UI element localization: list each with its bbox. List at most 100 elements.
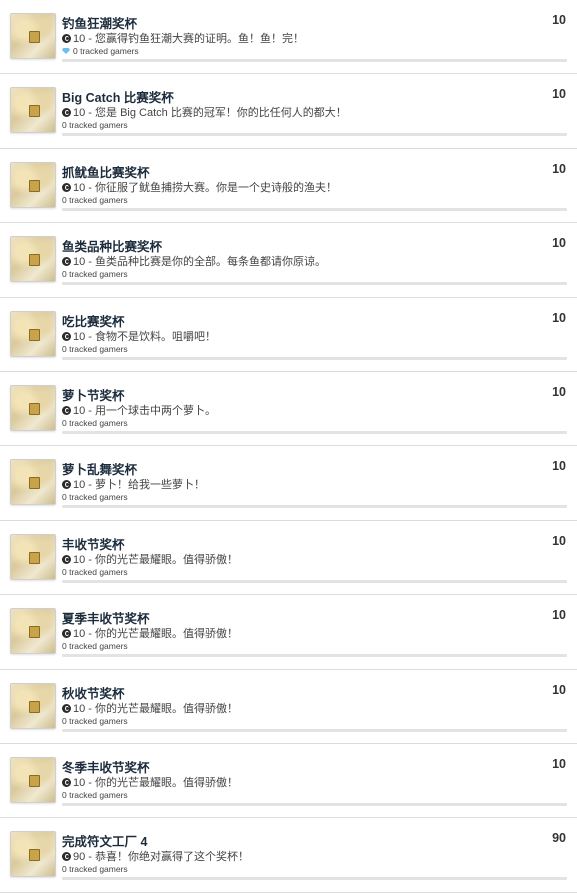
trophy-badge-icon: [29, 774, 40, 787]
trophy-badge-icon: [29, 31, 40, 43]
gamerscore-icon: [62, 182, 71, 192]
progress-bar: [62, 356, 567, 360]
tracked-gamers-text: 0 tracked gamers: [73, 46, 139, 56]
achievement-description-text: 10 - 你的光芒最耀眼。值得骄傲！: [73, 702, 239, 715]
achievement-image[interactable]: [10, 459, 56, 506]
achievement-description-text: 10 - 食物不是饮料。咀嚼吧！: [73, 330, 217, 343]
achievement-row[interactable]: 夏季丰收节奖杯 10 10 - 你的光芒最耀眼。值得骄傲！ 0 tracked …: [0, 595, 577, 670]
tracked-gamers-text: 0 tracked gamers: [62, 641, 128, 652]
tracked-gamers: 0 tracked gamers: [62, 195, 128, 205]
progress-bar: [62, 133, 567, 137]
achievement-points: 10: [552, 236, 566, 251]
achievement-description: 10 - 你的光芒最耀眼。值得骄傲！: [62, 700, 238, 716]
tracked-gamers: 0 tracked gamers: [62, 269, 128, 279]
achievement-points: 10: [552, 459, 566, 474]
achievement-row[interactable]: 抓鱿鱼比赛奖杯 10 10 - 你征服了鱿鱼捕捞大赛。你是一个史诗般的渔夫！ 0…: [0, 149, 577, 224]
achievement-image[interactable]: [10, 87, 56, 134]
achievement-points: 10: [552, 161, 566, 176]
achievement-description: 10 - 用一个球击中两个萝卜。: [62, 402, 216, 418]
achievement-row[interactable]: 完成符文工厂 4 90 90 - 恭喜！你绝对赢得了这个奖杯！ 0 tracke…: [0, 818, 577, 893]
progress-bar: [62, 579, 567, 583]
tracked-gamers: 0 tracked gamers: [62, 790, 128, 800]
progress-bar: [62, 207, 567, 211]
achievement-description: 10 - 你的光芒最耀眼。值得骄傲！: [62, 625, 238, 641]
trophy-badge-icon: [29, 700, 40, 713]
progress-bar: [62, 59, 567, 62]
progress-bar: [62, 282, 567, 286]
achievement-points: 10: [552, 533, 566, 548]
achievement-description: 10 - 食物不是饮料。咀嚼吧！: [62, 328, 216, 344]
gamerscore-icon: [62, 852, 71, 862]
tracked-gamers-text: 0 tracked gamers: [62, 566, 128, 577]
achievement-image[interactable]: [10, 161, 56, 208]
achievement-points: 10: [552, 756, 566, 771]
gamerscore-icon: [62, 554, 71, 564]
tracked-gamers-text: 0 tracked gamers: [62, 492, 128, 503]
achievement-description-text: 10 - 你的光芒最耀眼。值得骄傲！: [73, 628, 239, 641]
achievement-description-text: 10 - 你征服了鱿鱼捕捞大赛。你是一个史诗般的渔夫！: [73, 181, 338, 194]
gamerscore-icon: [62, 405, 71, 415]
tracked-gamers: 0 tracked gamers: [62, 492, 128, 502]
achievement-description: 10 - 萝卜！给我一些萝卜！: [62, 476, 205, 492]
achievement-points: 90: [552, 831, 566, 846]
achievement-description: 10 - 您赢得钓鱼狂潮大赛的证明。鱼！鱼！完！: [62, 30, 304, 46]
tracked-gamers-text: 0 tracked gamers: [62, 194, 128, 205]
gamerscore-icon: [62, 257, 71, 267]
achievement-description: 10 - 你征服了鱿鱼捕捞大赛。你是一个史诗般的渔夫！: [62, 179, 337, 195]
tracked-gamers: 0 tracked gamers: [62, 716, 128, 726]
achievement-image[interactable]: [10, 533, 56, 580]
achievement-image[interactable]: [10, 236, 56, 283]
achievement-row[interactable]: 冬季丰收节奖杯 10 10 - 你的光芒最耀眼。值得骄傲！ 0 tracked …: [0, 744, 577, 819]
trophy-badge-icon: [29, 551, 40, 564]
tracked-gamers-text: 0 tracked gamers: [62, 343, 128, 354]
tracked-gamers: 0 tracked gamers: [62, 418, 128, 428]
achievement-description-text: 10 - 萝卜！给我一些萝卜！: [73, 479, 206, 492]
gamerscore-icon: [62, 629, 71, 639]
trophy-badge-icon: [29, 105, 40, 118]
achievement-description: 10 - 你的光芒最耀眼。值得骄傲！: [62, 774, 238, 790]
achievement-description: 10 - 你的光芒最耀眼。值得骄傲！: [62, 551, 238, 567]
achievement-row[interactable]: 萝卜节奖杯 10 10 - 用一个球击中两个萝卜。 0 tracked game…: [0, 372, 577, 447]
achievement-points: 10: [552, 87, 566, 102]
trophy-badge-icon: [29, 179, 40, 192]
achievement-points: 10: [552, 682, 566, 697]
achievement-image[interactable]: [10, 384, 56, 431]
diamond-icon: [62, 48, 70, 54]
achievement-row[interactable]: Big Catch 比赛奖杯 10 10 - 您是 Big Catch 比赛的冠…: [0, 74, 577, 149]
gamerscore-icon: [62, 777, 71, 787]
achievement-image[interactable]: [10, 310, 56, 357]
achievement-image[interactable]: [10, 831, 56, 878]
achievement-row[interactable]: 丰收节奖杯 10 10 - 你的光芒最耀眼。值得骄傲！ 0 tracked ga…: [0, 521, 577, 596]
achievement-description-text: 10 - 你的光芒最耀眼。值得骄傲！: [73, 553, 239, 566]
progress-bar: [62, 505, 567, 509]
trophy-badge-icon: [29, 477, 40, 490]
achievement-image[interactable]: [10, 682, 56, 729]
trophy-badge-icon: [29, 402, 40, 415]
achievement-points: 10: [552, 13, 566, 27]
gamerscore-icon: [62, 108, 71, 118]
achievement-points: 10: [552, 310, 566, 325]
achievement-description: 90 - 恭喜！你绝对赢得了这个奖杯！: [62, 848, 249, 864]
trophy-badge-icon: [29, 626, 40, 639]
achievement-row[interactable]: 萝卜乱舞奖杯 10 10 - 萝卜！给我一些萝卜！ 0 tracked game…: [0, 446, 577, 521]
achievement-list: 钓鱼狂潮奖杯 10 10 - 您赢得钓鱼狂潮大赛的证明。鱼！鱼！完！ 0 tra…: [0, 0, 577, 893]
achievement-description-text: 90 - 恭喜！你绝对赢得了这个奖杯！: [73, 851, 250, 864]
achievement-image[interactable]: [10, 756, 56, 803]
tracked-gamers: 0 tracked gamers: [62, 46, 139, 56]
achievement-description: 10 - 您是 Big Catch 比赛的冠军！你的比任何人的都大！: [62, 104, 347, 120]
achievement-image[interactable]: [10, 13, 56, 59]
progress-bar: [62, 802, 567, 806]
achievement-image[interactable]: [10, 608, 56, 655]
tracked-gamers: 0 tracked gamers: [62, 864, 128, 874]
tracked-gamers-text: 0 tracked gamers: [62, 715, 128, 726]
achievement-row[interactable]: 吃比赛奖杯 10 10 - 食物不是饮料。咀嚼吧！ 0 tracked game…: [0, 298, 577, 372]
progress-bar: [62, 654, 567, 658]
achievement-row[interactable]: 秋收节奖杯 10 10 - 你的光芒最耀眼。值得骄傲！ 0 tracked ga…: [0, 670, 577, 744]
achievement-row[interactable]: 鱼类品种比赛奖杯 10 10 - 鱼类品种比赛是你的全部。每条鱼都请你原谅。 0…: [0, 223, 577, 298]
tracked-gamers: 0 tracked gamers: [62, 567, 128, 577]
gamerscore-icon: [62, 331, 71, 341]
gamerscore-icon: [62, 480, 71, 490]
tracked-gamers-text: 0 tracked gamers: [62, 864, 128, 875]
trophy-badge-icon: [29, 849, 40, 862]
achievement-row[interactable]: 钓鱼狂潮奖杯 10 10 - 您赢得钓鱼狂潮大赛的证明。鱼！鱼！完！ 0 tra…: [0, 0, 577, 75]
